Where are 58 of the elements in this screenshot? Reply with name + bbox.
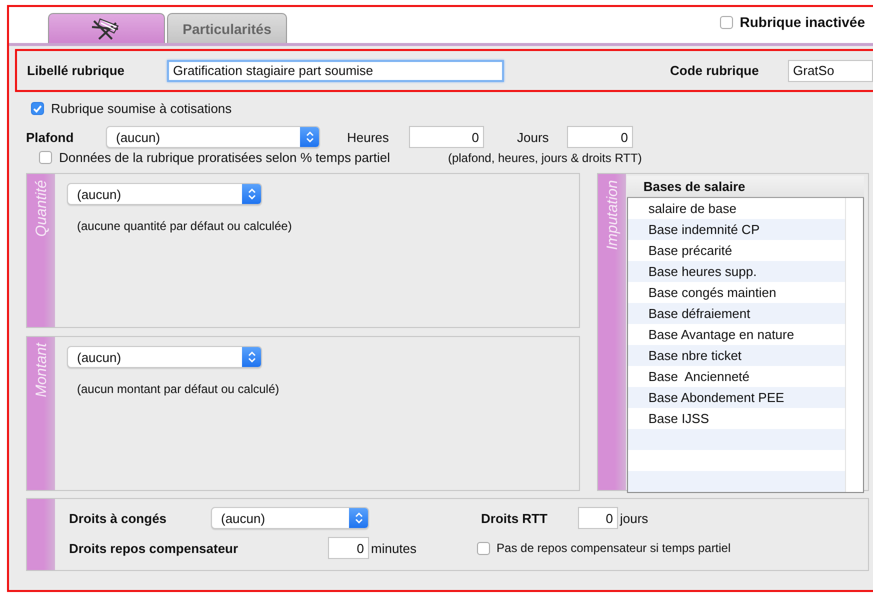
list-item[interactable]: Base Ancienneté	[628, 366, 845, 387]
panel-title: Imputation	[604, 180, 621, 250]
chevron-icon	[354, 512, 362, 524]
checkbox-label: Données de la rubrique proratisées selon % temps partiel	[59, 150, 390, 165]
panel-title: Quantité	[32, 180, 50, 237]
field-label: Jours	[517, 130, 550, 144]
panel-title: Montant	[32, 343, 50, 398]
list-item[interactable]: Base précarité	[628, 240, 845, 261]
field-label: Droits repos compensateur	[69, 540, 240, 556]
list-item[interactable]: salaire de base	[628, 198, 845, 219]
input-field[interactable]: GratSo	[788, 60, 873, 82]
input-field[interactable]: 0	[578, 507, 618, 529]
dropdown[interactable]: (aucun)	[211, 507, 369, 529]
list-item[interactable]: Base Abondement PEE	[628, 387, 845, 408]
dropdown-value: (aucun)	[76, 350, 122, 364]
dropdown-value: (aucun)	[76, 186, 122, 202]
checkbox-label: Pas de repos compensateur si temps partiel	[496, 541, 731, 555]
checkmark-icon	[33, 104, 42, 112]
field-label: Droits RTT	[481, 510, 548, 526]
checkbox[interactable]	[31, 102, 44, 115]
checkbox[interactable]	[720, 16, 733, 28]
list-item[interactable]: Base IJSS	[628, 408, 845, 429]
field-label: Droits à congés	[69, 510, 168, 526]
list-item[interactable]: Base congés maintien	[628, 282, 845, 303]
field-label: Heures	[347, 130, 390, 144]
unit-label: minutes	[371, 540, 417, 556]
hint-text: (plafond, heures, jours & droits RTT)	[448, 150, 642, 164]
list-item[interactable]: Base indemnité CP	[628, 219, 845, 240]
field-label: Plafond	[26, 130, 75, 144]
input-field[interactable]: 0	[567, 126, 633, 148]
chevron-icon	[306, 131, 314, 143]
dropdown[interactable]: (aucun)	[106, 126, 320, 148]
checkbox[interactable]	[476, 542, 490, 554]
unit-label: jours	[620, 510, 648, 526]
list-item[interactable]: Base défraiement	[628, 303, 845, 324]
column-header[interactable]: Bases de salaire	[627, 176, 864, 198]
list-item[interactable]: Base nbre ticket	[628, 345, 845, 366]
text-field[interactable]: Gratification stagiaire part soumise	[167, 60, 504, 82]
dropdown[interactable]: (aucun)	[67, 183, 262, 205]
dropdown-value: (aucun)	[115, 130, 162, 144]
checkbox[interactable]	[39, 151, 52, 164]
dropdown[interactable]: (aucun)	[67, 346, 262, 368]
list-item[interactable]: Base Avantage en nature	[628, 324, 845, 345]
input-field[interactable]: 0	[409, 126, 484, 148]
chevron-icon	[248, 351, 256, 363]
field-label: Libellé rubrique	[27, 63, 126, 78]
checkbox-label: Rubrique inactivée	[740, 14, 865, 30]
tab[interactable]: Particularités	[167, 13, 287, 43]
field-label: Code rubrique	[670, 63, 760, 78]
chevron-icon	[248, 188, 256, 200]
checkbox-label: Rubrique soumise à cotisations	[51, 101, 232, 116]
dropdown-value: (aucun)	[220, 510, 266, 526]
side-strip	[27, 499, 55, 570]
hint-text: (aucune quantité par défaut ou calculée)	[77, 219, 293, 233]
tab[interactable]	[48, 13, 165, 43]
input-field[interactable]: 0	[328, 537, 369, 559]
list-item[interactable]: Base heures supp.	[628, 261, 845, 282]
hint-text: (aucun montant par défaut ou calculé)	[77, 382, 280, 396]
